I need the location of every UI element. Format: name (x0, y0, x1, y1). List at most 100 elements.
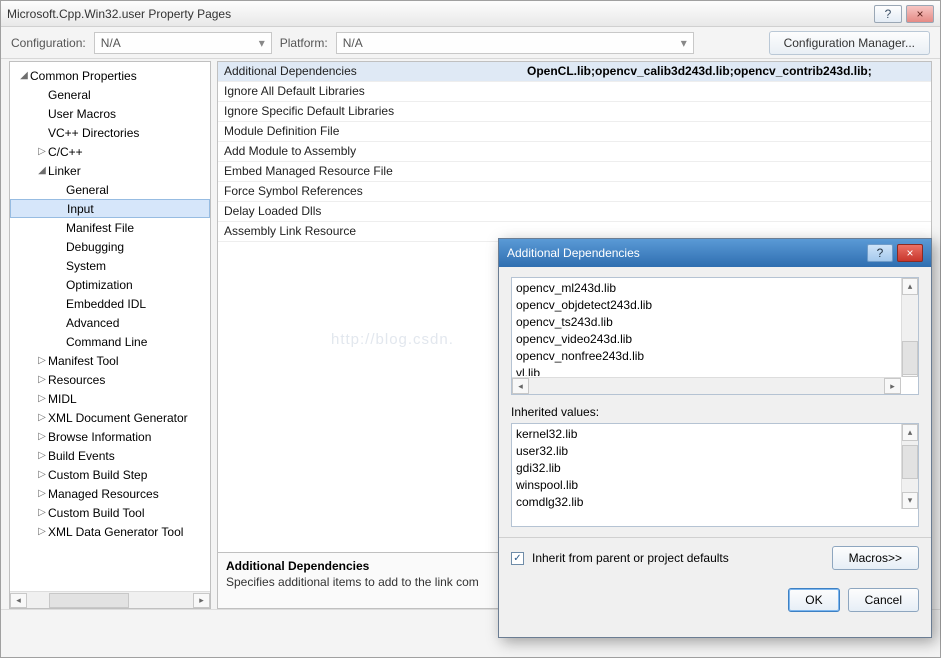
disclosure-icon[interactable]: ▷ (36, 355, 48, 366)
tree-item-embedded-idl[interactable]: Embedded IDL (10, 294, 210, 313)
tree-item-midl[interactable]: ▷MIDL (10, 389, 210, 408)
vscroll[interactable]: ▴ ▾ (901, 424, 918, 509)
tree-item-advanced[interactable]: Advanced (10, 313, 210, 332)
grid-row[interactable]: Module Definition File (218, 122, 931, 142)
grid-row[interactable]: Force Symbol References (218, 182, 931, 202)
scroll-left-icon[interactable]: ◂ (10, 593, 27, 608)
disclosure-icon[interactable]: ▷ (36, 469, 48, 480)
close-button[interactable]: × (906, 5, 934, 23)
dialog-title: Additional Dependencies (507, 246, 863, 260)
grid-value[interactable] (521, 82, 931, 101)
tree-item-xml-document-generator[interactable]: ▷XML Document Generator (10, 408, 210, 427)
configuration-manager-button[interactable]: Configuration Manager... (769, 31, 930, 55)
tree-item-build-events[interactable]: ▷Build Events (10, 446, 210, 465)
tree-item-debugging[interactable]: Debugging (10, 237, 210, 256)
titlebar: Microsoft.Cpp.Win32.user Property Pages … (1, 1, 940, 27)
grid-row[interactable]: Ignore All Default Libraries (218, 82, 931, 102)
hscroll[interactable]: ◂ ▸ (512, 377, 901, 394)
tree-item-label: Input (67, 202, 94, 216)
tree-item-manifest-tool[interactable]: ▷Manifest Tool (10, 351, 210, 370)
vscroll-thumb[interactable] (902, 445, 918, 479)
tree-item-optimization[interactable]: Optimization (10, 275, 210, 294)
grid-value[interactable] (521, 162, 931, 181)
platform-label: Platform: (280, 36, 328, 50)
dialog-help-button[interactable]: ? (867, 244, 893, 262)
grid-value[interactable] (521, 182, 931, 201)
scroll-up-icon[interactable]: ▴ (902, 278, 918, 295)
tree-item-general[interactable]: General (10, 180, 210, 199)
help-button[interactable]: ? (874, 5, 902, 23)
ok-button[interactable]: OK (788, 588, 839, 612)
disclosure-icon[interactable]: ▷ (36, 393, 48, 404)
tree-item-command-line[interactable]: Command Line (10, 332, 210, 351)
disclosure-icon[interactable]: ▷ (36, 412, 48, 423)
vscroll[interactable]: ▴ ▾ (901, 278, 918, 377)
tree-item-vc-directories[interactable]: VC++ Directories (10, 123, 210, 142)
additional-dependencies-dialog: Additional Dependencies ? × opencv_ml243… (498, 238, 932, 638)
disclosure-icon[interactable]: ▷ (36, 450, 48, 461)
tree-item-custom-build-tool[interactable]: ▷Custom Build Tool (10, 503, 210, 522)
grid-row[interactable]: Ignore Specific Default Libraries (218, 102, 931, 122)
scroll-left-icon[interactable]: ◂ (512, 378, 529, 394)
configuration-combo[interactable]: N/A (94, 32, 272, 54)
cancel-button[interactable]: Cancel (848, 588, 919, 612)
inherit-checkbox[interactable]: ✓ (511, 552, 524, 565)
grid-key: Module Definition File (218, 122, 521, 141)
tree-item-custom-build-step[interactable]: ▷Custom Build Step (10, 465, 210, 484)
tree-item-label: Debugging (66, 240, 124, 254)
grid-value[interactable] (521, 142, 931, 161)
dependencies-textarea[interactable]: opencv_ml243d.lib opencv_objdetect243d.l… (511, 277, 919, 395)
disclosure-icon[interactable]: ▷ (36, 488, 48, 499)
tree-item-general[interactable]: General (10, 85, 210, 104)
tree-item-label: Command Line (66, 335, 147, 349)
tree-item-label: Managed Resources (48, 487, 159, 501)
disclosure-icon[interactable]: ▷ (36, 431, 48, 442)
grid-row[interactable]: Embed Managed Resource File (218, 162, 931, 182)
disclosure-icon[interactable]: ◢ (18, 70, 30, 81)
tree-item-managed-resources[interactable]: ▷Managed Resources (10, 484, 210, 503)
disclosure-icon[interactable]: ▷ (36, 526, 48, 537)
scroll-up-icon[interactable]: ▴ (902, 424, 918, 441)
grid-value[interactable] (521, 202, 931, 221)
tree-item-linker[interactable]: ◢Linker (10, 161, 210, 180)
grid-row[interactable]: Add Module to Assembly (218, 142, 931, 162)
tree-item-input[interactable]: Input (10, 199, 210, 218)
vscroll-thumb[interactable] (902, 341, 918, 375)
disclosure-icon[interactable]: ▷ (36, 146, 48, 157)
platform-combo[interactable]: N/A (336, 32, 694, 54)
macros-button[interactable]: Macros>> (832, 546, 919, 570)
tree-hscroll[interactable]: ◂ ▸ (10, 591, 210, 608)
disclosure-icon[interactable]: ◢ (36, 165, 48, 176)
grid-value[interactable]: OpenCL.lib;opencv_calib3d243d.lib;opencv… (521, 62, 931, 81)
grid-value[interactable] (521, 102, 931, 121)
disclosure-icon[interactable]: ▷ (36, 507, 48, 518)
tree-item-manifest-file[interactable]: Manifest File (10, 218, 210, 237)
tree-item-system[interactable]: System (10, 256, 210, 275)
grid-row[interactable]: Delay Loaded Dlls (218, 202, 931, 222)
scroll-right-icon[interactable]: ▸ (884, 378, 901, 394)
inherited-value: comdlg32.lib (516, 494, 898, 511)
scroll-down-icon[interactable]: ▾ (902, 492, 918, 509)
dialog-close-button[interactable]: × (897, 244, 923, 262)
tree-item-label: VC++ Directories (48, 126, 139, 140)
inherited-value: kernel32.lib (516, 426, 898, 443)
tree-item-label: Embedded IDL (66, 297, 146, 311)
dependencies-text: opencv_ml243d.lib opencv_objdetect243d.l… (516, 280, 898, 376)
tree-item-resources[interactable]: ▷Resources (10, 370, 210, 389)
tree-item-browse-information[interactable]: ▷Browse Information (10, 427, 210, 446)
inherit-label: Inherit from parent or project defaults (532, 551, 729, 565)
scroll-right-icon[interactable]: ▸ (193, 593, 210, 608)
grid-value[interactable] (521, 122, 931, 141)
tree-item-user-macros[interactable]: User Macros (10, 104, 210, 123)
tree-item-c-c-[interactable]: ▷C/C++ (10, 142, 210, 161)
grid-row[interactable]: Additional DependenciesOpenCL.lib;opencv… (218, 62, 931, 82)
tree-item-xml-data-generator-tool[interactable]: ▷XML Data Generator Tool (10, 522, 210, 541)
tree-item-label: Optimization (66, 278, 133, 292)
tree-item-label: Browse Information (48, 430, 151, 444)
scroll-thumb[interactable] (49, 593, 129, 608)
tree-item-common-properties[interactable]: ◢Common Properties (10, 66, 210, 85)
tree-item-label: User Macros (48, 107, 116, 121)
tree-item-label: Custom Build Tool (48, 506, 145, 520)
tree-item-label: XML Data Generator Tool (48, 525, 183, 539)
disclosure-icon[interactable]: ▷ (36, 374, 48, 385)
